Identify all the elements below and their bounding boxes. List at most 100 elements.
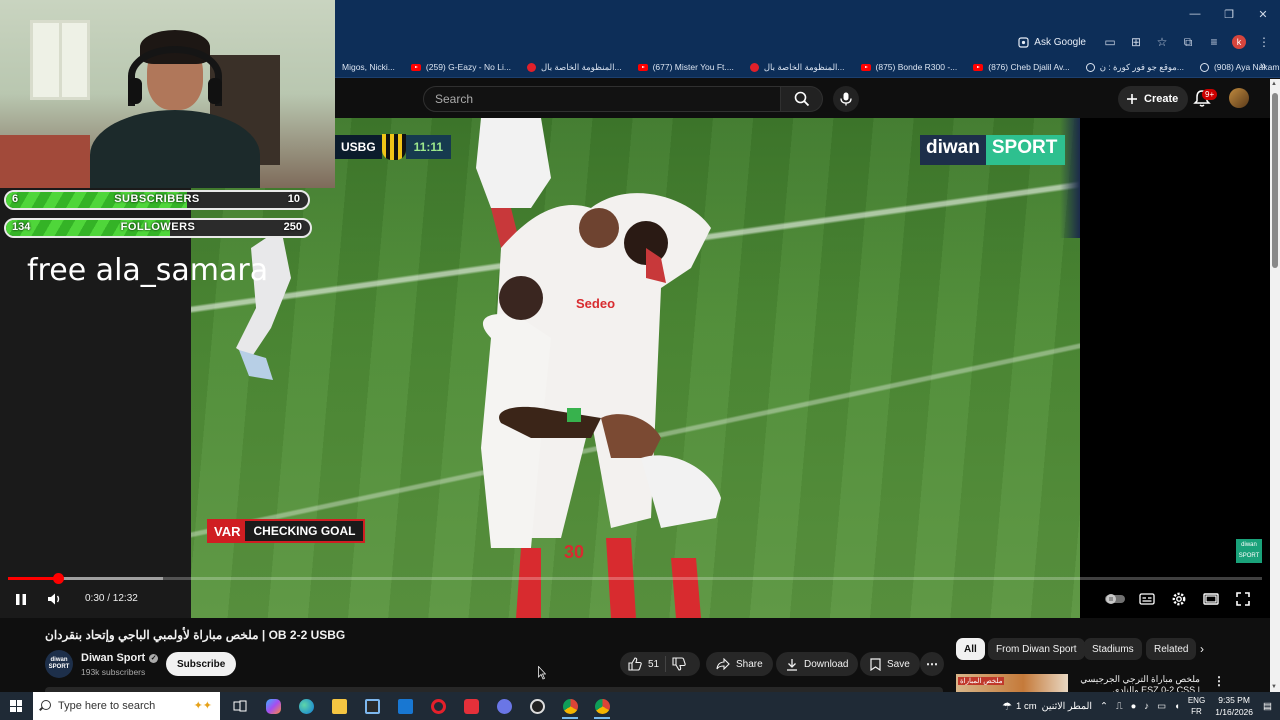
- scrollbar-thumb[interactable]: [1272, 93, 1278, 268]
- related-video-thumbnail[interactable]: ملخص المباراة: [956, 674, 1068, 694]
- var-banner: VAR CHECKING GOAL: [207, 519, 366, 543]
- media-control-icon[interactable]: ≡: [1206, 35, 1222, 49]
- speaker-tray-icon[interactable]: ◖: [1170, 701, 1184, 712]
- bookmark-item[interactable]: Migos, Nicki...: [334, 62, 403, 72]
- download-button[interactable]: Download: [776, 652, 859, 676]
- chip-stadiums[interactable]: Stadiums: [1084, 638, 1142, 660]
- bookmark-item[interactable]: (259) G-Eazy - No Li...: [403, 62, 519, 72]
- chip-all[interactable]: All: [956, 638, 985, 660]
- more-actions-button[interactable]: ⋯: [920, 652, 944, 676]
- pause-button[interactable]: [11, 590, 31, 608]
- channel-name-link[interactable]: Diwan Sport ✓: [81, 652, 159, 664]
- search-highlight-icon: ✦✦: [193, 700, 212, 712]
- profile-avatar[interactable]: k: [1232, 35, 1246, 49]
- lens-icon: [1018, 36, 1029, 48]
- chrome-icon[interactable]: [559, 696, 581, 719]
- minimize-button[interactable]: —: [1178, 0, 1212, 28]
- autoplay-toggle[interactable]: [1104, 590, 1126, 608]
- related-video-menu-icon[interactable]: ⋮: [1213, 674, 1225, 688]
- captions-button[interactable]: [1137, 590, 1157, 608]
- extensions-icon[interactable]: ⧉: [1180, 35, 1196, 50]
- notification-center-icon[interactable]: ▤: [1259, 701, 1280, 712]
- score-bug: USBG 11:11: [335, 134, 452, 160]
- theater-mode-button[interactable]: [1201, 590, 1221, 608]
- restore-button[interactable]: ❐: [1212, 0, 1246, 28]
- chip-from-diwan-sport[interactable]: From Diwan Sport: [988, 638, 1085, 660]
- video-frame: 30 Sedeo: [191, 118, 1080, 618]
- mail-icon[interactable]: [394, 696, 416, 716]
- tray-overflow-chevron-icon[interactable]: ⌃: [1096, 701, 1112, 712]
- bookmark-item[interactable]: (876) Cheb Djalil Av...: [965, 62, 1077, 72]
- chrome-icon-second[interactable]: [591, 696, 613, 719]
- input-language-switcher[interactable]: ENG FR: [1184, 695, 1209, 717]
- install-app-icon[interactable]: ▭: [1102, 35, 1118, 49]
- channel-avatar[interactable]: diwan SPORT: [45, 650, 73, 678]
- headphone-right-cup: [208, 78, 222, 104]
- obs-icon[interactable]: [526, 696, 548, 716]
- microphone-tray-icon[interactable]: ●: [1127, 701, 1141, 712]
- network-icon[interactable]: ⎍: [1112, 701, 1127, 712]
- bookmark-item[interactable]: المنظومة الخاصة بال...: [519, 62, 630, 73]
- weather-widget[interactable]: ☂ 1 cm المطر الاثنين: [998, 700, 1096, 713]
- windows-start-icon[interactable]: [10, 700, 22, 712]
- store-icon[interactable]: [361, 696, 383, 716]
- wps-office-icon[interactable]: [460, 696, 482, 716]
- search-icon: [794, 91, 809, 107]
- bookmark-item[interactable]: (875) Bonde R300 -...: [853, 62, 966, 72]
- fullscreen-button[interactable]: [1233, 590, 1253, 608]
- edge-icon[interactable]: [295, 696, 317, 716]
- opera-icon[interactable]: [427, 696, 449, 716]
- file-explorer-icon[interactable]: [328, 696, 350, 716]
- bookmark-star-icon[interactable]: ☆: [1154, 35, 1170, 49]
- broadcaster-logo-left: diwan: [920, 135, 986, 165]
- related-video-title[interactable]: ملخص مباراة الترجي الجرجيسي والنادي ESZ …: [1072, 674, 1200, 694]
- bookmarks-list: Migos, Nicki... (259) G-Eazy - No Li... …: [334, 56, 1280, 78]
- scroll-down-arrow-icon[interactable]: ▼: [1271, 684, 1277, 690]
- chevron-right-icon[interactable]: ›: [1200, 642, 1204, 656]
- search-input[interactable]: Search: [423, 86, 781, 112]
- chip-related[interactable]: Related: [1146, 638, 1197, 660]
- channel-watermark[interactable]: diwan SPORT: [1236, 539, 1262, 563]
- taskbar-search-input[interactable]: Type here to search ✦✦: [33, 692, 220, 720]
- like-icon[interactable]: [628, 657, 642, 671]
- create-label: Create: [1144, 93, 1179, 105]
- task-view-icon[interactable]: [229, 696, 251, 716]
- search-button[interactable]: [781, 86, 823, 112]
- chrome-menu-icon[interactable]: ⋮: [1256, 35, 1272, 49]
- bookmark-item[interactable]: (677) Mister You Ft....: [630, 62, 742, 72]
- bookmark-item[interactable]: المنظومة الخاصة بال...: [742, 62, 853, 73]
- score-team-name: USBG: [335, 135, 382, 159]
- copilot-icon[interactable]: [262, 696, 284, 716]
- share-button[interactable]: Share: [706, 652, 773, 676]
- bookmark-item[interactable]: موقع جو فور كورة : ن...: [1078, 62, 1192, 73]
- var-tag: VAR: [209, 521, 246, 541]
- subscribe-button[interactable]: Subscribe: [166, 652, 237, 676]
- ask-google-button[interactable]: Ask Google: [1012, 35, 1092, 50]
- settings-button[interactable]: [1169, 590, 1189, 608]
- volume-button[interactable]: [45, 590, 65, 608]
- bookmark-item[interactable]: (908) Aya Nakamura...: [1192, 62, 1280, 72]
- fullscreen-icon: [1236, 592, 1250, 606]
- dislike-icon[interactable]: [672, 657, 686, 671]
- bookmark-label: موقع جو فور كورة : ن...: [1099, 61, 1184, 72]
- like-dislike-group: 51: [620, 652, 700, 676]
- save-button[interactable]: Save: [860, 652, 920, 676]
- account-avatar[interactable]: [1229, 88, 1249, 108]
- mouse-cursor-icon: [538, 666, 546, 680]
- translate-icon[interactable]: ⊞: [1128, 35, 1144, 49]
- create-button[interactable]: Create: [1118, 86, 1189, 112]
- clock[interactable]: 9:35 PM 1/16/2026: [1209, 694, 1259, 718]
- scroll-up-arrow-icon[interactable]: ▲: [1271, 81, 1277, 87]
- taskbar-search-icon: [41, 700, 51, 710]
- share-icon: [716, 658, 730, 670]
- autoplay-toggle-icon: [1105, 594, 1125, 604]
- voice-search-button[interactable]: [833, 86, 859, 112]
- volume-tray-icon[interactable]: ♪: [1140, 701, 1153, 712]
- progress-bar[interactable]: [8, 573, 1262, 584]
- bookmarks-overflow-button[interactable]: »: [1260, 60, 1266, 72]
- close-window-button[interactable]: ✕: [1246, 0, 1280, 28]
- channel-avatar-bottom: SPORT: [48, 664, 70, 670]
- discord-icon[interactable]: [493, 696, 515, 716]
- page-scrollbar[interactable]: ▲ ▼: [1270, 79, 1280, 692]
- display-tray-icon[interactable]: ▭: [1153, 701, 1170, 712]
